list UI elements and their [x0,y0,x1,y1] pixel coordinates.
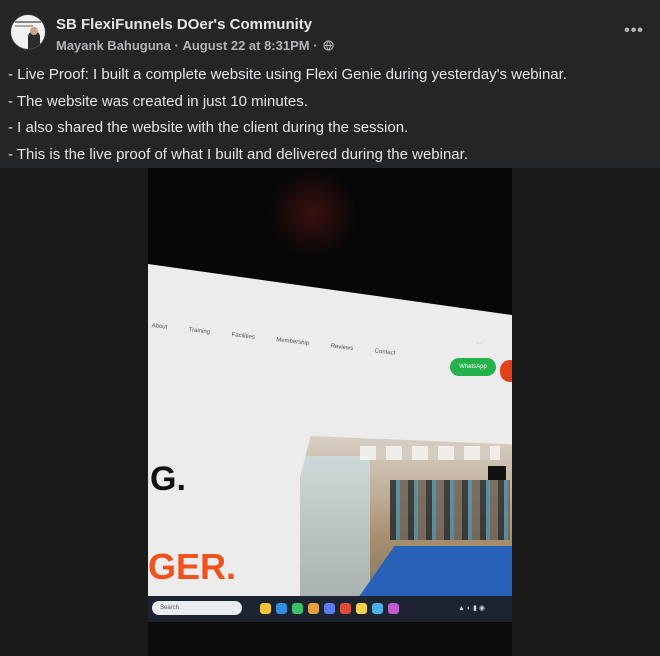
post-line: - This is the live proof of what I built… [8,145,468,163]
feed-post: SB FlexiFunnels DOer's Community Mayank … [0,0,660,656]
timestamp-link[interactable]: August 22 at 8:31PM [182,38,309,53]
filmed-taskbar-search: Search [152,601,242,615]
filmed-whatsapp-button: WhatsApp [450,358,496,376]
avatar-graphic [15,25,33,27]
taskbar-app-icon [260,603,271,614]
video-player[interactable]: About Training Facilities Membership Rev… [148,168,512,656]
gym-wall [300,456,370,604]
taskbar-app-icon [324,603,335,614]
more-options-button[interactable]: ••• [620,20,648,42]
taskbar-app-icon [372,603,383,614]
group-name-link[interactable]: SB FlexiFunnels DOer's Community [56,16,312,33]
filmed-system-tray: ▲ ◐ ▮ ◉ [458,605,485,612]
taskbar-app-icon [308,603,319,614]
taskbar-app-icon [292,603,303,614]
post-line: - Live Proof: I built a complete website… [8,66,567,83]
post-line: - The website was created in just 10 min… [8,92,308,110]
post-line: - I also shared the website with the cli… [8,119,409,136]
filmed-taskbar: Search ▲ ◐ ▮ ◉ [148,596,512,622]
taskbar-app-icon [356,603,367,614]
filmed-hero-accent-text: GER. [148,546,237,587]
author-link[interactable]: Mayank Bahuguna [56,38,171,53]
post-meta: Mayank Bahuguna · August 22 at 8:31PM · [56,37,334,53]
filmed-browser-controls: ⋯ [476,341,482,347]
globe-icon[interactable] [323,40,334,51]
meta-separator: · [174,38,179,54]
taskbar-app-icon [388,603,399,614]
gym-machines [390,480,510,540]
post-body: - Live Proof: I built a complete website… [8,62,648,168]
filmed-red-button [500,360,512,382]
gym-ceiling-lights [360,446,500,460]
post-header: SB FlexiFunnels DOer's Community Mayank … [0,0,660,62]
avatar-person-head [30,27,38,35]
filmed-gym-photo [300,436,512,604]
avatar-graphic [15,21,41,23]
post-media[interactable]: About Training Facilities Membership Rev… [0,168,660,656]
taskbar-app-icon [340,603,351,614]
video-bottom-dark [148,622,512,656]
gym-photo-badge [488,466,506,480]
meta-separator: · [313,38,318,54]
taskbar-app-icon [276,603,287,614]
filmed-hero-text: G. [150,460,186,498]
video-background-glow [268,168,358,258]
group-avatar[interactable] [10,14,46,50]
